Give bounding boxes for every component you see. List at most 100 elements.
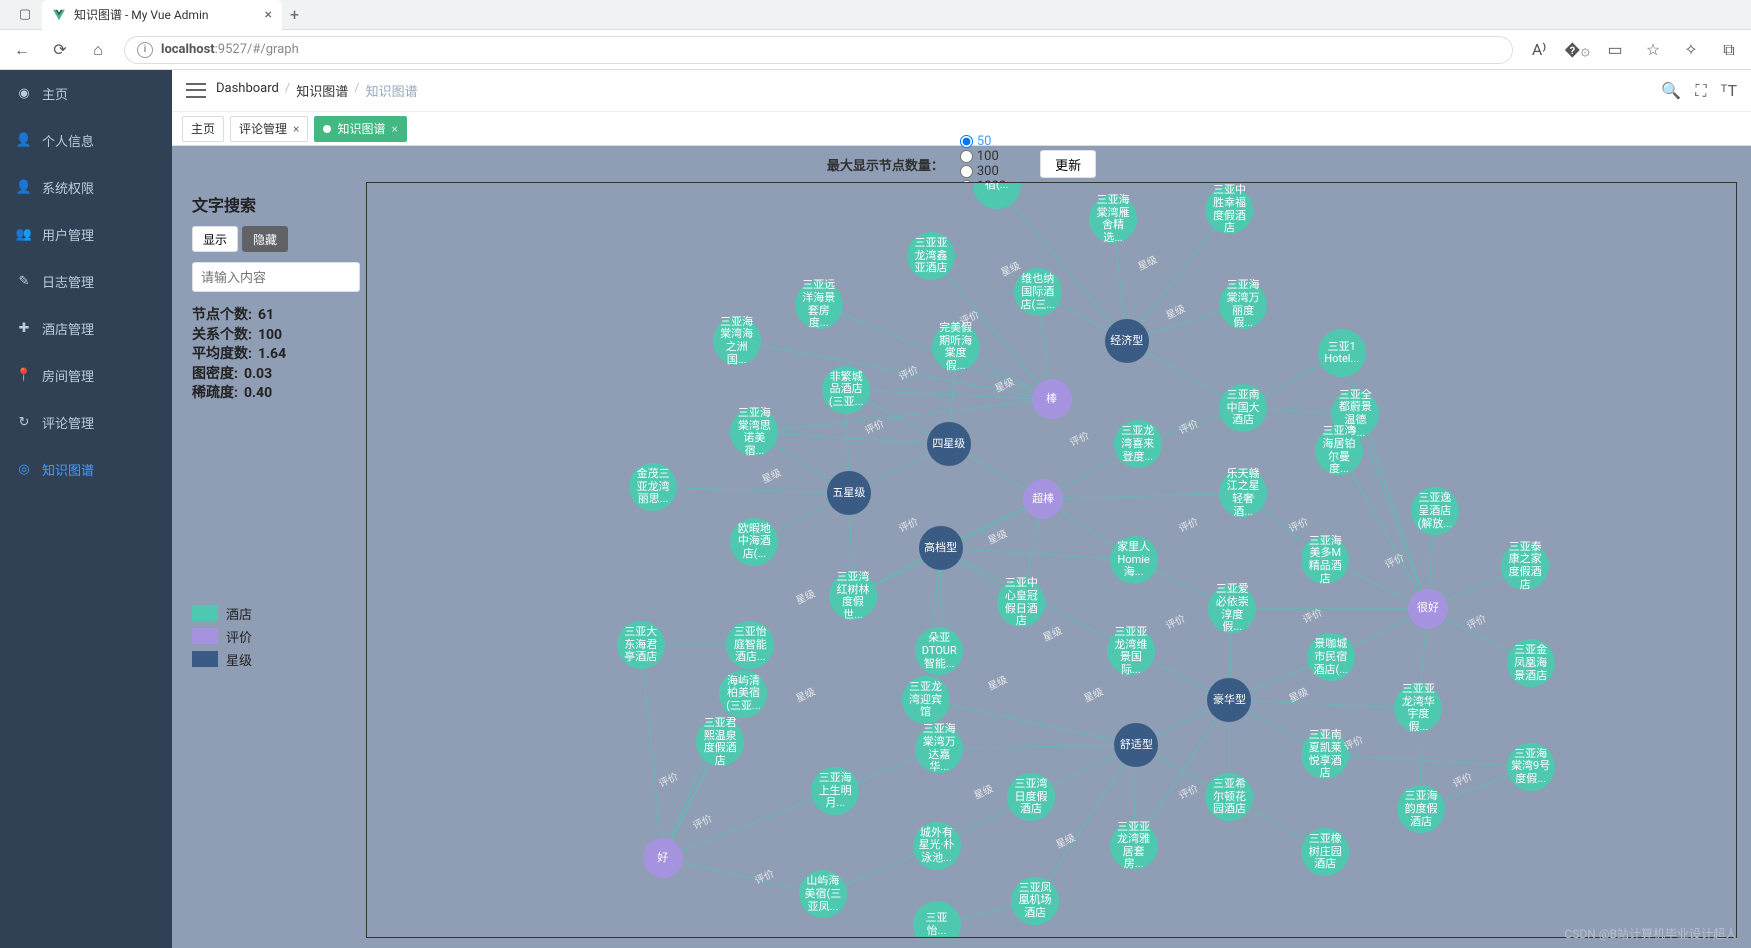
graph-node[interactable]: 三亚远洋海景套房度... (795, 281, 843, 329)
graph-node[interactable]: 三亚湾海居铂尔曼度... (1315, 427, 1363, 475)
graph-node[interactable]: 三亚1 Hotel... (1318, 329, 1366, 377)
graph-node[interactable]: 四星级 (927, 422, 971, 466)
sidebar-item-4[interactable]: ✎日志管理 (0, 258, 172, 305)
home-icon[interactable]: ⌂ (86, 38, 110, 62)
graph-node[interactable]: 经济型 (1105, 319, 1149, 363)
graph-node[interactable]: 三亚湾日度假酒店 (1007, 773, 1055, 821)
search-input[interactable] (192, 262, 360, 292)
graph-node[interactable]: 棒 (1032, 379, 1072, 419)
graph-node[interactable]: 三亚亚龙湾鑫亚酒店 (907, 232, 955, 280)
graph-node[interactable]: 三亚海棠湾思诺美宿... (730, 408, 778, 456)
graph-node[interactable]: 三亚海上生明月... (811, 767, 859, 815)
hamburger-icon[interactable] (186, 81, 206, 101)
sidebar-item-3[interactable]: 👥用户管理 (0, 211, 172, 258)
graph-node[interactable]: 三亚爱必依崇淳度假... (1208, 585, 1256, 633)
graph-node[interactable]: 家里人Homie海... (1110, 536, 1158, 584)
sidebar-item-5[interactable]: ✚酒店管理 (0, 305, 172, 352)
graph-node[interactable]: 维也纳国际酒店(三... (1014, 268, 1062, 316)
close-icon[interactable]: × (293, 122, 299, 136)
search-icon[interactable]: 🔍 (1661, 81, 1681, 101)
graph-node[interactable]: 三亚湾红树林度假世... (829, 572, 877, 620)
graph-node[interactable]: 三亚亚龙湾雅居套房... (1110, 822, 1158, 870)
graph-node[interactable]: 三亚泰康之家度假酒店 (1501, 542, 1549, 590)
graph-node[interactable]: 三亚海棠湾海之洲国... (713, 317, 761, 365)
reload-icon[interactable]: ⟳ (48, 38, 72, 62)
graph-node[interactable]: 宿(... (973, 182, 1021, 209)
graph-node[interactable]: 三亚龙湾迎宾馆 (902, 676, 950, 724)
graph-node[interactable]: 好 (643, 838, 683, 878)
favorite-icon[interactable]: ☆ (1641, 38, 1665, 62)
collections-icon[interactable]: ⧉ (1717, 38, 1741, 62)
graph-node[interactable]: 完美假期听海棠度假... (932, 323, 980, 371)
graph-node[interactable]: 非繁城品酒店(三亚... (822, 366, 870, 414)
graph-node[interactable]: 三亚亚龙湾维景国际... (1107, 627, 1155, 675)
graph-node[interactable]: 海屿清柏美宿(三亚... (719, 670, 767, 718)
graph-canvas[interactable]: 宿(... 三亚海棠湾雁舍精选... 三亚中胜幸福度假酒店三亚亚龙湾鑫亚酒店维也纳国… (366, 182, 1737, 938)
sidebar-item-7[interactable]: ↻评论管理 (0, 399, 172, 446)
graph-node[interactable]: 高档型 (919, 526, 963, 570)
sidebar-item-1[interactable]: 👤个人信息 (0, 117, 172, 164)
radio-input[interactable] (960, 135, 973, 148)
sidebar-item-8[interactable]: ◎知识图谱 (0, 446, 172, 493)
graph-node[interactable]: 舒适型 (1114, 723, 1158, 767)
graph-node[interactable]: 三亚海棠湾万丽度假... (1219, 281, 1267, 329)
tab-1[interactable]: 评论管理× (230, 116, 308, 142)
graph-node[interactable]: 三亚亚龙湾华宇度假... (1394, 684, 1442, 732)
font-size-icon[interactable]: ᵀT (1721, 81, 1737, 101)
close-icon[interactable]: × (391, 122, 397, 136)
graph-node[interactable]: 欧暇地中海酒店(... (730, 518, 778, 566)
graph-node[interactable]: 城外有星光·朴泳池... (913, 822, 961, 870)
sidebar-item-2[interactable]: 👤系统权限 (0, 164, 172, 211)
graph-node[interactable]: 超棒 (1023, 479, 1063, 519)
graph-node[interactable]: 三亚君熙温泉度假酒店 (696, 718, 744, 766)
reader-icon[interactable]: ▭ (1603, 38, 1627, 62)
show-button[interactable]: 显示 (192, 226, 238, 252)
graph-node[interactable]: 三亚海棠湾9号度假... (1507, 743, 1555, 791)
graph-node[interactable]: 三亚金凤凰海景酒店 (1507, 639, 1555, 687)
read-aloud-icon[interactable]: A⁾ (1527, 38, 1551, 62)
browser-tab[interactable]: 知识图谱 - My Vue Admin × (42, 0, 282, 30)
url-input[interactable]: i localhost:9527/#/graph (124, 36, 1513, 64)
graph-node[interactable]: 三亚海棠湾万达嘉华... (915, 725, 963, 773)
zoom-icon[interactable]: �۞ (1565, 38, 1589, 62)
sidebar-item-6[interactable]: 📍房间管理 (0, 352, 172, 399)
radio-input[interactable] (960, 150, 973, 163)
graph-node[interactable]: 豪华型 (1207, 678, 1251, 722)
graph-node[interactable]: 景咖城市民宿酒店(... (1307, 633, 1355, 681)
graph-node[interactable]: 三亚中心皇冠假日酒店 (997, 579, 1045, 627)
graph-node[interactable]: 三亚橡树庄园酒店 (1301, 828, 1349, 876)
graph-node[interactable]: 三亚大东海君亭酒店 (617, 621, 665, 669)
graph-node[interactable]: 三亚逸呈酒店(解放... (1411, 487, 1459, 535)
graph-node[interactable]: 三亚南中国大酒店 (1219, 384, 1267, 432)
graph-node[interactable]: 山屿海美宿(三亚凤... (799, 870, 847, 918)
fullscreen-icon[interactable]: ⛶ (1695, 81, 1706, 101)
radio-input[interactable] (960, 165, 973, 178)
back-icon[interactable]: ← (10, 38, 34, 62)
graph-node[interactable]: 乐天赣江之星轻奢酒... (1219, 469, 1267, 517)
radio-100[interactable]: 100 (960, 149, 1006, 164)
graph-node[interactable]: 三亚南夏凯莱悦享酒店 (1301, 731, 1349, 779)
graph-node[interactable]: 三亚希尔顿花园酒店 (1205, 773, 1253, 821)
graph-node[interactable]: 三亚怡... (913, 901, 961, 938)
tablist-icon[interactable]: ▢ (16, 6, 34, 24)
graph-node[interactable]: 三亚怡庭智能酒店... (726, 621, 774, 669)
update-button[interactable]: 更新 (1040, 150, 1096, 178)
graph-node[interactable]: 五星级 (827, 471, 871, 515)
close-icon[interactable]: × (265, 7, 272, 23)
tab-2[interactable]: 知识图谱× (314, 116, 406, 142)
favorites-bar-icon[interactable]: ✧ (1679, 38, 1703, 62)
graph-node[interactable]: 三亚海韵度假酒店 (1397, 785, 1445, 833)
graph-node[interactable]: 三亚海棠湾雁舍精选... (1089, 195, 1137, 243)
sidebar-item-0[interactable]: ◉主页 (0, 70, 172, 117)
tab-0[interactable]: 主页 (182, 116, 224, 142)
breadcrumb-item[interactable]: 知识图谱 (296, 81, 348, 100)
graph-node[interactable]: 很好 (1408, 589, 1448, 629)
graph-node[interactable]: 朵亚DTOUR智能... (915, 627, 963, 675)
graph-node[interactable]: 三亚中胜幸福度假酒店 (1205, 186, 1253, 234)
graph-node[interactable]: 三亚凤凰机场酒店 (1011, 877, 1059, 925)
radio-50[interactable]: 50 (960, 134, 1006, 149)
graph-node[interactable]: 三亚龙湾喜来登度... (1114, 420, 1162, 468)
hide-button[interactable]: 隐藏 (242, 226, 288, 252)
graph-node[interactable]: 金茂三亚龙湾丽思... (629, 463, 677, 511)
breadcrumb-item[interactable]: Dashboard (216, 81, 279, 100)
